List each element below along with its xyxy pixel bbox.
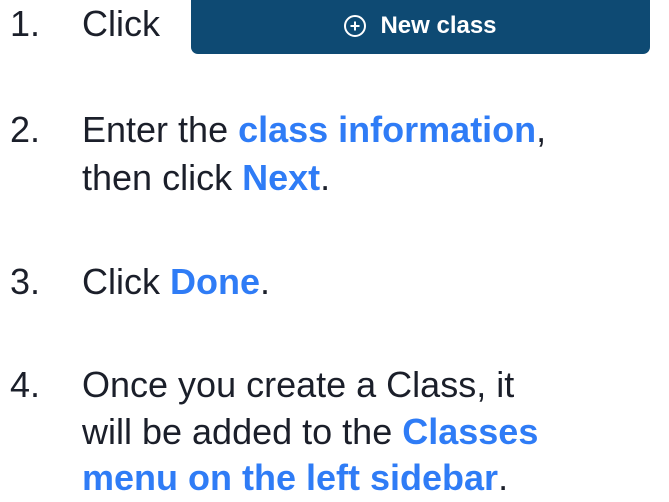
step-number: 4. (10, 364, 41, 405)
step-text: Once you create a Class, it (82, 364, 515, 405)
step-number: 2. (10, 109, 41, 150)
step-highlight: menu on the left sidebar (82, 457, 499, 498)
step-3: 3. Click Done. (10, 258, 270, 306)
step-text: then click (82, 157, 243, 198)
step-2: 2. Enter the class information, (10, 106, 546, 154)
step-4: 4. Once you create a Class, it (10, 361, 514, 409)
step-4-line-3: menu on the left sidebar. (10, 454, 508, 502)
step-text: Click (82, 3, 160, 44)
step-text-after: . (260, 261, 271, 302)
step-text: will be added to the (82, 411, 403, 452)
step-number: 3. (10, 261, 41, 302)
new-class-button[interactable]: New class (191, 0, 650, 54)
step-text-after: , (536, 109, 547, 150)
step-text: Click (82, 261, 170, 302)
step-number: 1. (10, 3, 41, 44)
step-text: Enter the (82, 109, 239, 150)
step-highlight: Next (242, 157, 321, 198)
step-4-line-2: will be added to the Classes (10, 408, 538, 456)
step-text-after: . (498, 457, 509, 498)
step-highlight: class information (238, 109, 537, 150)
step-text-after: . (320, 157, 331, 198)
plus-circle-icon (344, 14, 367, 37)
step-2-line-2: then click Next. (10, 154, 330, 202)
step-1: 1. Click (10, 0, 160, 48)
new-class-button-label: New class (380, 11, 497, 39)
step-highlight: Classes (402, 411, 539, 452)
step-highlight: Done (170, 261, 260, 302)
